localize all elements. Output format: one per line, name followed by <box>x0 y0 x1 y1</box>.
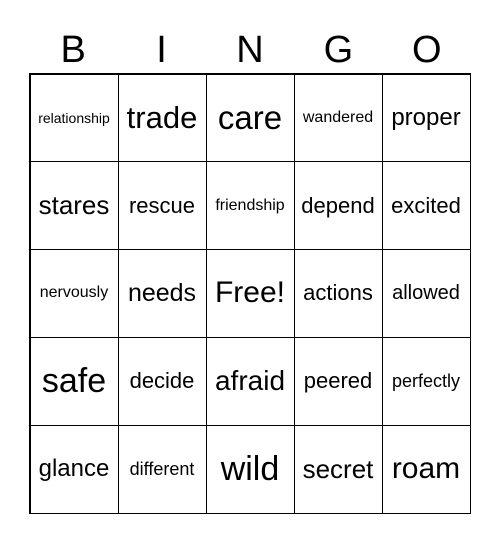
bingo-cell[interactable]: excited <box>381 161 471 251</box>
header-letter-b: B <box>60 29 86 71</box>
bingo-cell[interactable]: perfectly <box>381 336 471 426</box>
header-letter-i: I <box>156 29 167 71</box>
bingo-cell[interactable]: wild <box>205 424 295 514</box>
bingo-cell[interactable]: needs <box>117 249 207 338</box>
bingo-cell[interactable]: wandered <box>293 73 383 163</box>
bingo-header: B I N G O <box>29 28 471 72</box>
bingo-cell[interactable]: decide <box>117 336 207 426</box>
bingo-cell[interactable]: actions <box>293 249 383 338</box>
header-letter-n: N <box>236 29 264 71</box>
bingo-cell[interactable]: afraid <box>205 336 295 426</box>
bingo-cell[interactable]: care <box>205 73 295 163</box>
bingo-cell[interactable]: proper <box>381 73 471 163</box>
bingo-cell[interactable]: stares <box>29 161 119 251</box>
bingo-cell[interactable]: nervously <box>29 249 119 338</box>
bingo-cell[interactable]: roam <box>381 424 471 514</box>
bingo-cell[interactable]: relationship <box>29 73 119 163</box>
header-letter-g: G <box>323 29 354 71</box>
bingo-cell[interactable]: different <box>117 424 207 514</box>
free-space-cell[interactable]: Free! <box>205 249 295 338</box>
bingo-cell[interactable]: depend <box>293 161 383 251</box>
bingo-cell[interactable]: trade <box>117 73 207 163</box>
bingo-cell[interactable]: secret <box>293 424 383 514</box>
bingo-cell[interactable]: friendship <box>205 161 295 251</box>
bingo-cell[interactable]: allowed <box>381 249 471 338</box>
bingo-cell[interactable]: peered <box>293 336 383 426</box>
bingo-cell[interactable]: glance <box>29 424 119 514</box>
bingo-grid: relationship trade care wandered proper … <box>29 73 471 514</box>
header-letter-o: O <box>411 29 442 71</box>
bingo-cell[interactable]: rescue <box>117 161 207 251</box>
bingo-cell[interactable]: safe <box>29 336 119 426</box>
